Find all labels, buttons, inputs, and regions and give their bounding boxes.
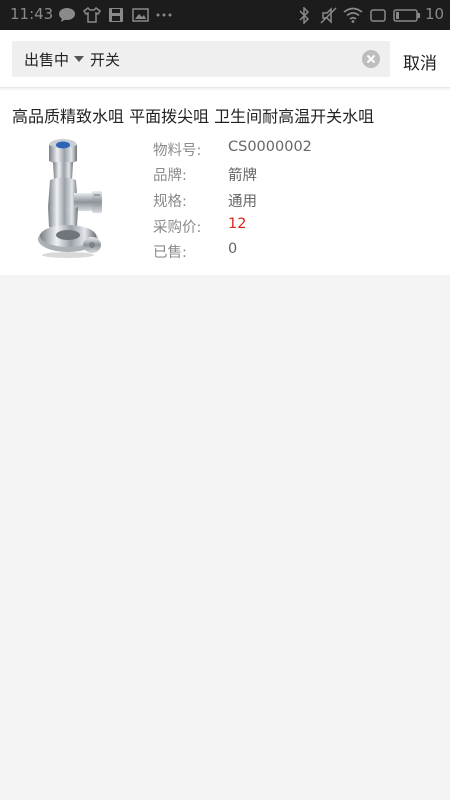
purchase-price-value: 12 xyxy=(228,216,247,232)
image-icon xyxy=(132,8,149,22)
cancel-button[interactable]: 取消 xyxy=(403,49,437,74)
attr-label: 采购价: xyxy=(153,220,202,236)
save-icon xyxy=(109,8,123,22)
mute-icon xyxy=(320,7,337,24)
wifi-icon xyxy=(343,7,363,23)
search-box: 出售中 xyxy=(12,41,390,77)
message-icon xyxy=(59,8,75,22)
search-input[interactable] xyxy=(90,44,350,74)
product-title: 高品质精致水咀 平面拨尖咀 卫生间耐高温开关水咀 xyxy=(12,107,375,126)
sold-value: 0 xyxy=(228,241,238,257)
attr-label: 物料号: xyxy=(153,143,202,159)
clear-icon[interactable] xyxy=(362,50,380,68)
status-time: 11:43 xyxy=(10,5,54,23)
spec-value: 通用 xyxy=(228,194,257,210)
status-bar: 11:43 10 xyxy=(0,0,450,30)
attr-label: 规格: xyxy=(153,194,187,210)
bluetooth-icon xyxy=(299,7,310,24)
material-no-value: CS0000002 xyxy=(228,139,312,155)
status-filter-dropdown[interactable]: 出售中 xyxy=(24,49,69,70)
battery-icon xyxy=(393,9,420,22)
product-image xyxy=(38,139,102,258)
product-card[interactable]: 高品质精致水咀 平面拨尖咀 卫生间耐高温开关水咀 物料号: CS0000002 … xyxy=(0,90,450,275)
brand-value: 箭牌 xyxy=(228,168,257,184)
chevron-down-icon[interactable] xyxy=(74,56,84,62)
attr-label: 品牌: xyxy=(153,168,187,184)
attr-label: 已售: xyxy=(153,245,187,261)
search-header: 出售中 取消 xyxy=(0,30,450,88)
shirt-icon xyxy=(83,7,101,23)
more-dots-icon xyxy=(156,13,172,17)
sim-icon xyxy=(370,9,386,22)
battery-level: 10 xyxy=(425,5,445,23)
